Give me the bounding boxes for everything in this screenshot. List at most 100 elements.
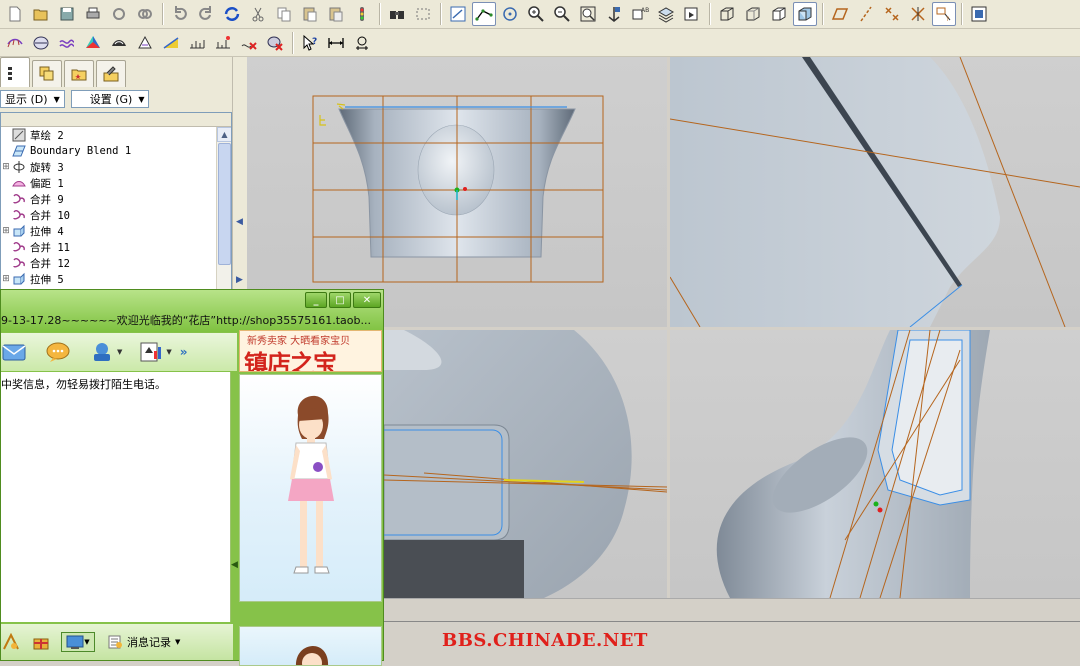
view-icon[interactable] bbox=[107, 2, 131, 26]
datum-icon[interactable] bbox=[498, 2, 522, 26]
zoom-out-icon[interactable] bbox=[550, 2, 574, 26]
spin-icon[interactable] bbox=[602, 2, 626, 26]
minimize-button[interactable]: _ bbox=[305, 292, 327, 308]
hidden-line-icon[interactable] bbox=[741, 2, 765, 26]
select-box-icon[interactable] bbox=[411, 2, 435, 26]
window-icon[interactable] bbox=[967, 2, 991, 26]
paste-icon[interactable] bbox=[298, 2, 322, 26]
message-record-button[interactable]: 消息记录 ▼ bbox=[107, 634, 180, 650]
analysis-reflection-icon[interactable] bbox=[107, 31, 131, 55]
chat-titlebar[interactable]: _ □ ✕ 9-13-17.28~~~~~~欢迎光临我的“花店”http://s… bbox=[1, 290, 383, 332]
tree-item[interactable]: 合并 9 bbox=[1, 191, 231, 207]
tree-item[interactable]: 草绘 2 bbox=[1, 127, 231, 143]
datum-plane-icon[interactable] bbox=[828, 2, 852, 26]
chat-subject: 9-13-17.28~~~~~~欢迎光临我的“花店”http://shop355… bbox=[1, 314, 371, 327]
expand-icon[interactable]: ⊞ bbox=[1, 226, 11, 236]
new-icon[interactable] bbox=[3, 2, 27, 26]
collapse-left-icon[interactable]: ◀ bbox=[236, 217, 243, 227]
open-icon[interactable] bbox=[29, 2, 53, 26]
saved-views-icon[interactable] bbox=[680, 2, 704, 26]
zoom-in-icon[interactable] bbox=[524, 2, 548, 26]
font-button[interactable] bbox=[1, 632, 21, 652]
maximize-button[interactable]: □ bbox=[329, 292, 351, 308]
measure-angle-icon[interactable] bbox=[350, 31, 374, 55]
whats-this-icon[interactable]: ? bbox=[298, 31, 322, 55]
tree-item[interactable]: ⊞ 旋转 3 bbox=[1, 159, 231, 175]
annotation-icon[interactable]: ? bbox=[932, 2, 956, 26]
shop-banner[interactable]: 新秀卖家 大晒看家宝贝 镇店之宝 bbox=[239, 330, 382, 372]
tree-item-label: 拉伸 4 bbox=[30, 225, 64, 238]
show-menu[interactable]: 显示 (D) ▼ bbox=[0, 90, 65, 108]
tab-model-tree[interactable] bbox=[0, 57, 30, 87]
analysis-dihedral-icon[interactable] bbox=[185, 31, 209, 55]
tab-layers[interactable] bbox=[32, 60, 62, 87]
chat-window[interactable]: _ □ ✕ 9-13-17.28~~~~~~欢迎光临我的“花店”http://s… bbox=[0, 289, 384, 666]
collapse-sidebar-icon[interactable]: ◀ bbox=[231, 560, 238, 570]
analysis-deviation-icon[interactable] bbox=[211, 31, 235, 55]
link-icon[interactable] bbox=[133, 2, 157, 26]
named-view-icon[interactable]: AB bbox=[628, 2, 652, 26]
gift-button[interactable] bbox=[31, 632, 51, 652]
analysis-shading-icon[interactable] bbox=[81, 31, 105, 55]
tree-item[interactable]: 合并 11 bbox=[1, 239, 231, 255]
apps-button[interactable]: ▼ bbox=[138, 341, 172, 363]
settings-menu-label: 设置 (G) bbox=[89, 93, 133, 106]
close-button[interactable]: ✕ bbox=[353, 292, 381, 308]
regenerate-icon[interactable] bbox=[220, 2, 244, 26]
save-icon[interactable] bbox=[55, 2, 79, 26]
sketch-icon[interactable] bbox=[446, 2, 470, 26]
settings-menu[interactable]: 设置 (G) ▼ bbox=[70, 90, 150, 108]
copy-icon[interactable] bbox=[272, 2, 296, 26]
tab-tools[interactable] bbox=[96, 60, 126, 87]
print-icon[interactable] bbox=[81, 2, 105, 26]
chat-message-area[interactable]: 中奖信息，勿轻易拨打陌生电话。 bbox=[1, 372, 231, 622]
tree-item[interactable]: Boundary Blend 1 bbox=[1, 143, 231, 159]
tree-item[interactable]: ⊞ 拉伸 4 bbox=[1, 223, 231, 239]
model-player-icon[interactable] bbox=[350, 2, 374, 26]
analysis-curvature-icon[interactable] bbox=[3, 31, 27, 55]
expand-right-icon[interactable]: ▶ bbox=[236, 275, 243, 285]
analysis-section-icon[interactable] bbox=[29, 31, 53, 55]
measure-distance-icon[interactable] bbox=[324, 31, 348, 55]
shading-icon[interactable] bbox=[793, 2, 817, 26]
hide-analysis-icon[interactable] bbox=[263, 31, 287, 55]
undo-icon[interactable] bbox=[168, 2, 192, 26]
tree-item[interactable]: 合并 10 bbox=[1, 207, 231, 223]
viewport-side[interactable] bbox=[384, 330, 667, 598]
viewport-zoomed[interactable] bbox=[670, 57, 1080, 327]
spline-icon[interactable] bbox=[472, 2, 496, 26]
screen-capture-button[interactable]: ▼ bbox=[61, 632, 95, 652]
more-tools-button[interactable]: » bbox=[180, 345, 188, 359]
binoculars-icon[interactable] bbox=[385, 2, 409, 26]
tree-item-label: 偏距 1 bbox=[30, 177, 64, 190]
datum-axis-icon[interactable] bbox=[854, 2, 878, 26]
paste-special-icon[interactable] bbox=[324, 2, 348, 26]
cut-icon[interactable] bbox=[246, 2, 270, 26]
tree-item[interactable]: 合并 12 bbox=[1, 255, 231, 271]
viewport-front[interactable] bbox=[247, 57, 667, 327]
analysis-slope-icon[interactable] bbox=[159, 31, 183, 55]
tree-item[interactable]: ⊞ 拉伸 5 bbox=[1, 271, 231, 287]
analysis-draft-icon[interactable] bbox=[133, 31, 157, 55]
tree-item[interactable]: 偏距 1 bbox=[1, 175, 231, 191]
contact-button[interactable]: ▼ bbox=[89, 341, 122, 363]
expand-icon[interactable]: ⊞ bbox=[1, 274, 11, 284]
tab-folder[interactable] bbox=[64, 60, 94, 87]
scroll-up-icon[interactable]: ▲ bbox=[217, 127, 231, 142]
no-hidden-icon[interactable] bbox=[767, 2, 791, 26]
mail-button[interactable] bbox=[1, 341, 27, 363]
wireframe-icon[interactable] bbox=[715, 2, 739, 26]
apps-icon bbox=[140, 342, 162, 362]
zoom-fit-icon[interactable] bbox=[576, 2, 600, 26]
viewport-iso[interactable] bbox=[670, 330, 1080, 598]
redo-icon[interactable] bbox=[194, 2, 218, 26]
layers-icon[interactable] bbox=[654, 2, 678, 26]
datum-point-icon[interactable] bbox=[880, 2, 904, 26]
analysis-offset-icon[interactable] bbox=[55, 31, 79, 55]
delete-analysis-icon[interactable] bbox=[237, 31, 261, 55]
datum-csys-icon[interactable] bbox=[906, 2, 930, 26]
scrollbar-thumb[interactable] bbox=[218, 143, 231, 265]
extrude-icon bbox=[11, 224, 27, 238]
expand-icon[interactable]: ⊞ bbox=[1, 162, 11, 172]
chat-bubble-button[interactable] bbox=[45, 341, 71, 363]
